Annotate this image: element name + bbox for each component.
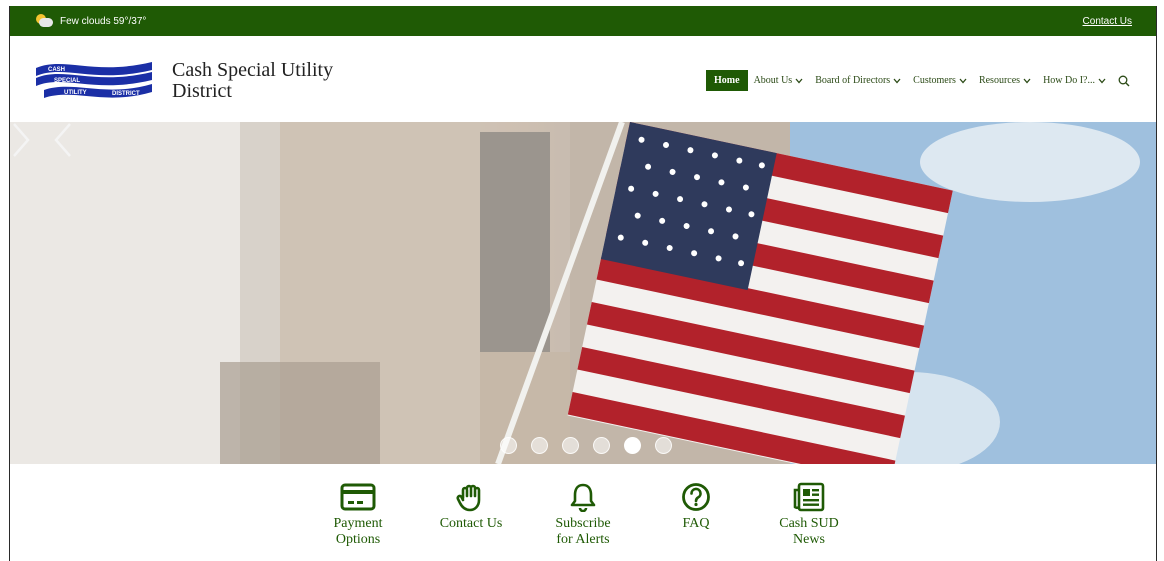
nav-resources[interactable]: Resources	[973, 70, 1037, 91]
logo-text-2: SPECIAL	[54, 78, 80, 84]
partly-cloudy-icon	[34, 14, 54, 28]
search-icon[interactable]	[1118, 75, 1130, 87]
weather-widget: Few clouds 59°/37°	[34, 14, 146, 28]
quick-link-label: Subscribe	[555, 516, 611, 531]
carousel-dot-4[interactable]	[593, 437, 610, 454]
chevron-down-icon	[959, 78, 967, 83]
nav-customers[interactable]: Customers	[907, 70, 973, 91]
hand-icon	[456, 484, 481, 512]
quick-link-label: News	[793, 532, 825, 547]
hero-carousel	[10, 122, 1156, 464]
nav-home[interactable]: Home	[706, 70, 748, 91]
quick-link-label: Payment	[333, 516, 383, 531]
quick-link-cash-sud-news[interactable]: Cash SUD News	[764, 482, 854, 548]
carousel-dot-5[interactable]	[624, 437, 641, 454]
carousel-dot-2[interactable]	[531, 437, 548, 454]
bell-icon	[570, 483, 596, 512]
hero-image	[10, 122, 1156, 464]
chevron-down-icon	[795, 78, 803, 83]
carousel-dot-3[interactable]	[562, 437, 579, 454]
main-nav: Home About Us Board of Directors Custome…	[706, 70, 1130, 91]
nav-how-do-i-label: How Do I?...	[1043, 75, 1095, 86]
site-name-line1: Cash Special Utility	[172, 59, 334, 81]
carousel-next-arrow-icon[interactable]	[10, 122, 32, 158]
carousel-indicators	[500, 437, 672, 454]
quick-link-contact-us[interactable]: Contact Us	[426, 482, 516, 532]
quick-link-payment-options[interactable]: Payment Options	[313, 482, 403, 548]
nav-resources-label: Resources	[978, 75, 1021, 86]
quick-link-label: Contact Us	[439, 516, 503, 531]
quick-link-faq[interactable]: FAQ	[651, 482, 741, 532]
credit-card-icon	[340, 483, 376, 511]
quick-link-label: for Alerts	[556, 532, 610, 547]
logo-text-4: DISTRICT	[112, 91, 140, 97]
weather-text: Few clouds 59°/37°	[60, 15, 147, 27]
page-frame: Few clouds 59°/37° Contact Us CASH SPECI…	[9, 6, 1157, 561]
newspaper-icon	[793, 482, 825, 512]
top-contact-link[interactable]: Contact Us	[1083, 16, 1132, 27]
district-logo[interactable]: CASH SPECIAL UTILITY DISTRICT	[34, 58, 154, 104]
chevron-down-icon	[1023, 78, 1031, 83]
nav-how-do-i[interactable]: How Do I?...	[1037, 70, 1112, 91]
quick-link-label: FAQ	[682, 516, 710, 531]
chevron-down-icon	[893, 78, 901, 83]
question-icon	[682, 483, 710, 511]
nav-customers-label: Customers	[913, 75, 956, 86]
nav-about-us-label: About Us	[753, 75, 793, 86]
quick-link-label: Options	[335, 532, 381, 547]
site-name-line2: District	[172, 80, 232, 102]
carousel-dot-6[interactable]	[655, 437, 672, 454]
quick-link-label: Cash SUD	[779, 516, 839, 531]
top-bar: Few clouds 59°/37° Contact Us	[10, 6, 1156, 36]
site-header: CASH SPECIAL UTILITY DISTRICT Cash Speci…	[10, 36, 1156, 122]
carousel-prev-arrow-icon[interactable]	[52, 122, 74, 158]
quick-link-subscribe-alerts[interactable]: Subscribe for Alerts	[538, 482, 628, 548]
carousel-dot-1[interactable]	[500, 437, 517, 454]
nav-about-us[interactable]: About Us	[748, 70, 810, 91]
nav-home-label: Home	[714, 75, 740, 86]
quick-links: Payment Options Contact Us Subscribe for…	[10, 464, 1156, 561]
site-name[interactable]: Cash Special Utility District	[172, 60, 333, 102]
logo-text-3: UTILITY	[64, 90, 87, 96]
nav-board-of-directors[interactable]: Board of Directors	[809, 70, 907, 91]
logo-text-1: CASH	[48, 67, 65, 73]
chevron-down-icon	[1098, 78, 1106, 83]
nav-board-label: Board of Directors	[815, 75, 891, 86]
